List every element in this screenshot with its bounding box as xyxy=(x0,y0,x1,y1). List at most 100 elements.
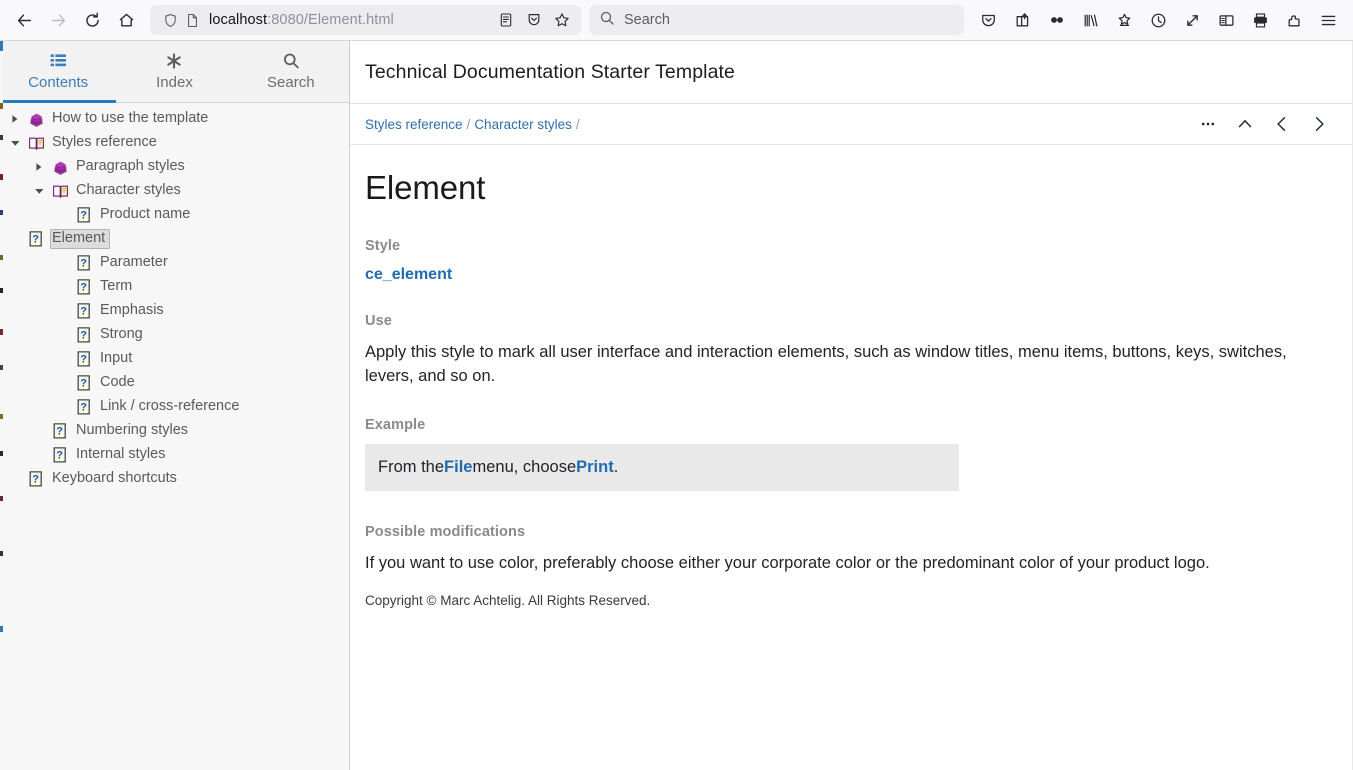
home-icon[interactable] xyxy=(110,4,142,36)
tree-item-internal-styles[interactable]: ? Internal styles xyxy=(0,443,349,467)
url-path: :8080/Element.html xyxy=(267,12,394,28)
tab-contents[interactable]: Contents xyxy=(0,41,117,103)
print-icon[interactable] xyxy=(1244,4,1277,36)
toolbar-buttons xyxy=(972,4,1345,36)
example-prefix: From the xyxy=(378,458,445,476)
tree-item-label: Element xyxy=(50,229,111,249)
tree-item-keyboard-shortcuts[interactable]: ? Keyboard shortcuts xyxy=(0,467,349,491)
book-open-icon xyxy=(26,136,46,151)
tree-item-label: Product name xyxy=(100,206,191,222)
triangle-right-icon[interactable] xyxy=(4,114,26,124)
tree-item-paragraph-styles[interactable]: Paragraph styles xyxy=(0,155,349,179)
breadcrumb: Styles reference / Character styles / xyxy=(365,117,1196,132)
previous-topic-button[interactable] xyxy=(1270,112,1294,136)
back-arrow-icon[interactable] xyxy=(8,4,40,36)
content-pane: Technical Documentation Starter Template… xyxy=(350,41,1353,770)
use-section-text: Apply this style to mark all user interf… xyxy=(365,343,1287,385)
extension-puzzle-icon[interactable] xyxy=(1278,4,1311,36)
sidebar-icon[interactable] xyxy=(1210,4,1243,36)
tree-item-label: Styles reference xyxy=(52,134,157,150)
tree-item-character-styles[interactable]: Character styles xyxy=(0,179,349,203)
reload-icon[interactable] xyxy=(76,4,108,36)
tree-item-emphasis[interactable]: ? Emphasis xyxy=(0,299,349,323)
tree-item-term[interactable]: ? Term xyxy=(0,275,349,299)
infinity-icon[interactable] xyxy=(1040,4,1073,36)
tree-item-styles-reference[interactable]: Styles reference xyxy=(0,131,349,155)
list-icon xyxy=(50,51,67,71)
library-icon[interactable] xyxy=(1074,4,1107,36)
svg-text:?: ? xyxy=(80,402,87,414)
svg-text:?: ? xyxy=(80,282,87,294)
bookmark-star-icon[interactable] xyxy=(1108,4,1141,36)
breadcrumb-separator-1: / xyxy=(466,116,471,132)
svg-text:?: ? xyxy=(80,210,87,222)
pocket-icon[interactable] xyxy=(972,4,1005,36)
fullscreen-icon[interactable] xyxy=(1176,4,1209,36)
search-icon xyxy=(599,10,615,31)
tree-item-label: Strong xyxy=(100,326,143,342)
page-header-title: Technical Documentation Starter Template xyxy=(365,60,735,83)
next-topic-button[interactable] xyxy=(1307,112,1331,136)
triangle-right-icon[interactable] xyxy=(28,162,50,172)
tree-item-label: Keyboard shortcuts xyxy=(52,470,177,486)
reader-view-icon[interactable] xyxy=(493,7,519,33)
tree-item-code[interactable]: ? Code xyxy=(0,371,349,395)
svg-text:?: ? xyxy=(32,234,39,246)
tree-item-element[interactable]: ? Element xyxy=(0,227,349,251)
modifications-section-label: Possible modifications xyxy=(365,524,526,540)
breadcrumb-separator-2: / xyxy=(575,116,580,132)
help-page-icon: ? xyxy=(26,471,46,487)
tab-index[interactable]: Index xyxy=(116,41,233,102)
style-section-label: Style xyxy=(365,238,401,254)
help-page-icon: ? xyxy=(26,231,46,247)
tree-item-label: Paragraph styles xyxy=(76,158,185,174)
sidebar-tabs: Contents Index Search xyxy=(0,41,349,103)
help-page-icon: ? xyxy=(74,255,94,271)
topic-navigation xyxy=(1196,112,1331,136)
tree-item-input[interactable]: ? Input xyxy=(0,347,349,371)
forward-arrow-icon[interactable] xyxy=(42,4,74,36)
tree-item-strong[interactable]: ? Strong xyxy=(0,323,349,347)
example-suffix: . xyxy=(613,458,619,476)
help-page-icon: ? xyxy=(50,423,70,439)
url-text[interactable]: localhost:8080/Element.html xyxy=(203,12,493,28)
breadcrumb-item-character-styles[interactable]: Character styles xyxy=(474,117,572,132)
hamburger-menu-icon[interactable] xyxy=(1312,4,1345,36)
use-section-label: Use xyxy=(365,313,392,329)
tree-item-parameter[interactable]: ? Parameter xyxy=(0,251,349,275)
share-icon[interactable] xyxy=(1006,4,1039,36)
search-bar[interactable]: Search xyxy=(589,5,964,35)
shield-icon[interactable] xyxy=(159,9,181,31)
help-app: Contents Index Search How to use the tem… xyxy=(0,41,1353,770)
example-section-label: Example xyxy=(365,417,426,433)
style-name-link[interactable]: ce_element xyxy=(365,266,1323,284)
help-page-icon: ? xyxy=(74,351,94,367)
tree-item-label: Emphasis xyxy=(100,302,164,318)
content-header: Technical Documentation Starter Template xyxy=(350,41,1353,104)
parent-topic-button[interactable] xyxy=(1233,112,1257,136)
tab-search[interactable]: Search xyxy=(232,41,349,102)
asterisk-icon xyxy=(165,51,183,71)
tree-item-numbering-styles[interactable]: ? Numbering styles xyxy=(0,419,349,443)
page-icon[interactable] xyxy=(181,9,203,31)
triangle-down-icon[interactable] xyxy=(28,186,50,196)
browser-toolbar: localhost:8080/Element.html Search xyxy=(0,0,1353,41)
tree-item-link-cross-reference[interactable]: ? Link / cross-reference xyxy=(0,395,349,419)
history-clock-icon[interactable] xyxy=(1142,4,1175,36)
tree-item-product-name[interactable]: ? Product name xyxy=(0,203,349,227)
star-icon[interactable] xyxy=(549,7,575,33)
tree-item-how-to-use-the-template[interactable]: How to use the template xyxy=(0,107,349,131)
example-element-file: File xyxy=(444,458,473,476)
tab-contents-label: Contents xyxy=(28,74,89,91)
breadcrumb-item-styles-reference[interactable]: Styles reference xyxy=(365,117,463,132)
tab-index-label: Index xyxy=(156,74,193,91)
svg-text:?: ? xyxy=(80,306,87,318)
svg-text:?: ? xyxy=(80,378,87,390)
more-options-button[interactable] xyxy=(1196,112,1220,136)
address-bar[interactable]: localhost:8080/Element.html xyxy=(150,5,581,35)
svg-text:?: ? xyxy=(56,426,63,438)
save-to-pocket-icon[interactable] xyxy=(521,7,547,33)
triangle-down-icon[interactable] xyxy=(4,138,26,148)
svg-text:?: ? xyxy=(80,258,87,270)
help-page-icon: ? xyxy=(74,303,94,319)
